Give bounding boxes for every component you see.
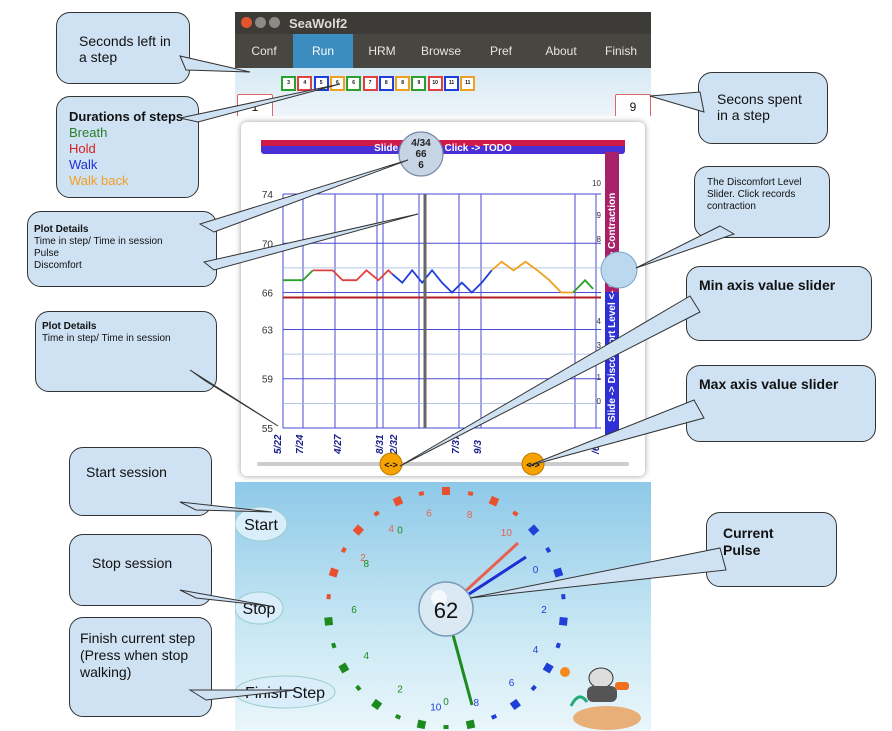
callout-leaders — [179, 55, 736, 701]
